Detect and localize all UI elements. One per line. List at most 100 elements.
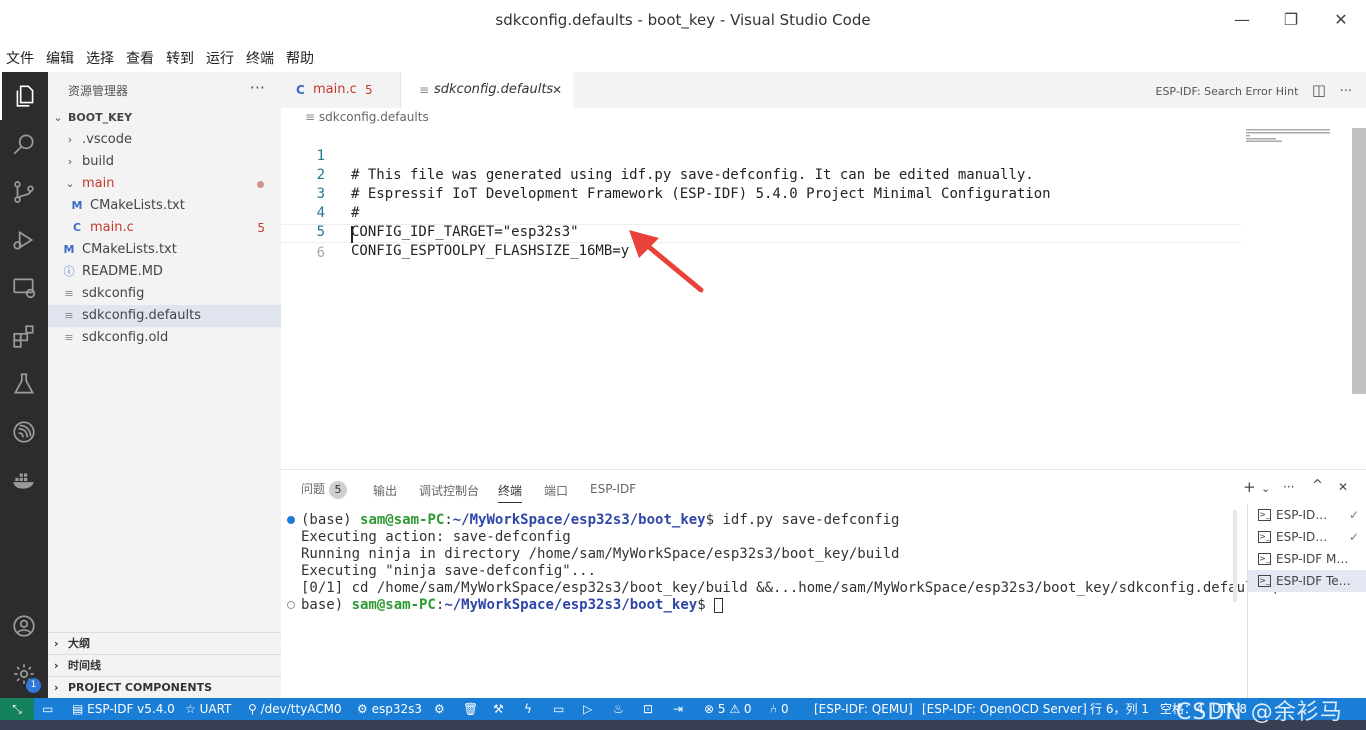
menu-edit[interactable]: 编辑: [40, 42, 80, 70]
menu-go[interactable]: 转到: [160, 42, 200, 70]
accounts-icon[interactable]: [0, 602, 48, 650]
serial-port[interactable]: ⚲ /dev/ttyACM0: [248, 698, 342, 720]
sidebar-more-button[interactable]: ···: [250, 78, 265, 97]
tab-ports[interactable]: 端口: [544, 482, 568, 499]
tree-folder-build[interactable]: › build: [48, 151, 281, 173]
maximize-panel-button[interactable]: ^: [1312, 478, 1323, 493]
tree-folder-vscode[interactable]: › .vscode: [48, 129, 281, 151]
flash-icon[interactable]: ϟ: [524, 698, 532, 720]
terminal-instance[interactable]: >_ ESP-IDF M…: [1248, 548, 1366, 570]
menu-view[interactable]: 查看: [120, 42, 160, 70]
status-bar: ⤡ ▭ ▤ ESP-IDF v5.4.0 ☆ UART ⚲ /dev/ttyAC…: [0, 698, 1366, 720]
split-editor-icon[interactable]: ◫: [1312, 81, 1326, 99]
trash-icon[interactable]: 🗑: [463, 698, 478, 720]
fire-icon[interactable]: ♨: [613, 698, 624, 720]
menu-bar: 文件 编辑 选择 查看 转到 运行 终端 帮助: [0, 42, 1366, 70]
tree-item-label: build: [82, 154, 114, 169]
menu-help[interactable]: 帮助: [280, 42, 320, 70]
more-actions-button[interactable]: ···: [1340, 84, 1352, 99]
docker-icon[interactable]: [0, 456, 48, 504]
tree-item-label: CMakeLists.txt: [90, 198, 185, 213]
menu-run[interactable]: 运行: [200, 42, 240, 70]
tree-file-main-cmakelists[interactable]: M CMakeLists.txt: [48, 195, 281, 217]
new-terminal-button[interactable]: +: [1243, 478, 1256, 496]
tab-problems[interactable]: 问题 5: [301, 480, 348, 499]
code-editor[interactable]: 1 # This file was generated using idf.py…: [281, 128, 1366, 468]
breadcrumb[interactable]: ≡ sdkconfig.defaults: [305, 110, 429, 124]
tab-esp-idf[interactable]: ESP-IDF: [590, 482, 636, 496]
close-window-button[interactable]: ✕: [1329, 9, 1353, 31]
menu-terminal[interactable]: 终端: [240, 42, 280, 70]
chevron-down-icon: ⌄: [53, 111, 63, 124]
debug-icon[interactable]: ▷: [583, 698, 592, 720]
search-icon[interactable]: [0, 120, 48, 168]
flash-method[interactable]: ☆ UART: [185, 698, 231, 720]
source-control-icon[interactable]: [0, 168, 48, 216]
terminal-scrollbar[interactable]: [1233, 510, 1237, 602]
explorer-icon[interactable]: [0, 72, 48, 120]
menu-selection[interactable]: 选择: [80, 42, 120, 70]
menuconfig-gear-icon[interactable]: ⚙: [434, 698, 445, 720]
tab-output[interactable]: 输出: [373, 482, 397, 499]
terminal-instance[interactable]: >_ ESP-ID… ✓: [1248, 504, 1366, 526]
search-error-hint-button[interactable]: ESP-IDF: Search Error Hint: [1156, 85, 1299, 98]
ports-status[interactable]: ⑃ 0: [770, 698, 789, 720]
panel-more-button[interactable]: ···: [1283, 480, 1294, 494]
terminal-instance-label: ESP-IDF Te…: [1276, 574, 1351, 588]
esp-idf-version[interactable]: ▤ ESP-IDF v5.4.0: [72, 698, 175, 720]
chevron-right-icon: ›: [67, 133, 73, 146]
section-timeline[interactable]: › 时间线: [48, 654, 281, 676]
close-icon[interactable]: ✕: [552, 72, 562, 108]
run-debug-icon[interactable]: [0, 216, 48, 264]
terminal-instance[interactable]: >_ ESP-ID… ✓: [1248, 526, 1366, 548]
tree-file-sdkconfig-defaults[interactable]: ≡ sdkconfig.defaults: [48, 305, 281, 327]
watermark: CSDN @余衫马: [1176, 700, 1343, 725]
tab-debug-console[interactable]: 调试控制台: [419, 482, 479, 499]
manage-gear-icon[interactable]: 1: [0, 650, 48, 698]
tree-file-sdkconfig-old[interactable]: ≡ sdkconfig.old: [48, 327, 281, 349]
extensions-icon[interactable]: [0, 312, 48, 360]
tree-root-boot-key[interactable]: ⌄ BOOT_KEY: [48, 107, 281, 129]
command-pending-dot: [287, 601, 295, 609]
target-chip[interactable]: ⚙ esp32s3: [357, 698, 422, 720]
wrench-icon[interactable]: ⚒: [493, 698, 504, 720]
tree-file-cmakelists[interactable]: M CMakeLists.txt: [48, 239, 281, 261]
openocd-status[interactable]: [ESP-IDF: OpenOCD Server]: [922, 698, 1087, 720]
tree-folder-main[interactable]: ⌄ main: [48, 173, 281, 195]
tree-file-main-c[interactable]: C main.c 5: [48, 217, 281, 239]
menu-file[interactable]: 文件: [0, 42, 40, 70]
cursor-position[interactable]: 行 6，列 1: [1090, 698, 1149, 720]
tree-item-label: sdkconfig.old: [82, 330, 169, 345]
problems-status[interactable]: ⊗ 5 ⚠ 0: [704, 698, 752, 720]
terminal-instance-active[interactable]: >_ ESP-IDF Te…: [1248, 570, 1366, 592]
section-project-components[interactable]: › PROJECT COMPONENTS: [48, 676, 281, 698]
terminal-cursor: [714, 597, 724, 613]
close-panel-button[interactable]: ✕: [1338, 480, 1348, 494]
terminal-text: :: [444, 512, 453, 528]
tree-file-sdkconfig[interactable]: ≡ sdkconfig: [48, 283, 281, 305]
check-icon: ✓: [1348, 508, 1359, 522]
run-task-icon[interactable]: ⇥: [673, 698, 683, 720]
tab-sdkconfig-defaults[interactable]: ≡ sdkconfig.defaults ✕: [401, 72, 573, 108]
workspace-icon[interactable]: ▭: [42, 698, 53, 720]
maximize-button[interactable]: ❐: [1279, 9, 1303, 31]
section-label: PROJECT COMPONENTS: [68, 681, 213, 694]
terminal-prompt-line[interactable]: base) sam@sam-PC:~/MyWorkSpace/esp32s3/b…: [301, 597, 724, 614]
tab-terminal[interactable]: 终端: [498, 482, 523, 503]
line-number: 6: [316, 245, 325, 261]
remote-indicator[interactable]: ⤡: [0, 698, 34, 720]
tree-item-label: main: [82, 176, 115, 191]
editor-scrollbar[interactable]: [1352, 128, 1366, 394]
espressif-icon[interactable]: [0, 408, 48, 456]
minimap[interactable]: [1246, 128, 1332, 142]
monitor-icon[interactable]: ▭: [553, 698, 564, 720]
tab-main-c[interactable]: C main.c 5: [281, 72, 401, 108]
tree-file-readme[interactable]: ⓘ README.MD: [48, 261, 281, 283]
testing-icon[interactable]: [0, 360, 48, 408]
terminal-icon[interactable]: ⊡: [643, 698, 653, 720]
minimize-button[interactable]: —: [1230, 9, 1254, 31]
remote-explorer-icon[interactable]: [0, 264, 48, 312]
section-outline[interactable]: › 大纲: [48, 632, 281, 654]
chevron-down-icon[interactable]: ⌄: [1261, 482, 1270, 495]
qemu-status[interactable]: [ESP-IDF: QEMU]: [814, 698, 913, 720]
